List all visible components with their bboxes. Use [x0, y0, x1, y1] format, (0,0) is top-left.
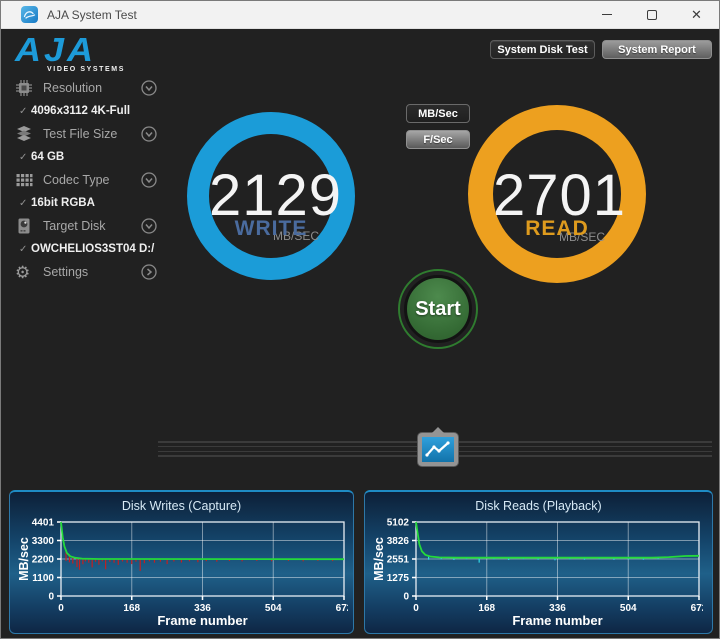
- svg-text:Frame number: Frame number: [157, 613, 247, 628]
- main-content: AJA VIDEO SYSTEMS System Disk Test Syste…: [1, 29, 719, 638]
- disk-reads-chart-panel: Disk Reads (Playback) 0 1275 2551 3826 5102 0…: [364, 490, 713, 634]
- svg-text:168: 168: [123, 603, 140, 614]
- svg-text:3300: 3300: [32, 536, 55, 547]
- chevron-down-icon[interactable]: [141, 80, 157, 96]
- test-file-size-value: ✓ 64 GB: [19, 151, 65, 163]
- svg-text:672: 672: [691, 603, 703, 614]
- caret-up-icon: [432, 427, 444, 433]
- resolution-value: ✓ 4096x3112 4K-Full: [19, 105, 131, 117]
- chevron-right-icon[interactable]: [141, 264, 157, 280]
- svg-text:4401: 4401: [32, 518, 55, 529]
- write-gauge-label: WRITE: [234, 217, 308, 240]
- chevron-down-icon[interactable]: [141, 218, 157, 234]
- svg-text:1275: 1275: [387, 573, 410, 584]
- read-gauge: 2701 MB/SEC READ: [468, 105, 646, 283]
- target-disk-value: ✓ OWCHELIOS3ST04 D:/: [19, 243, 155, 255]
- sidebar-item-label: Resolution: [43, 81, 103, 95]
- app-icon: [21, 6, 38, 23]
- aja-logo: AJA VIDEO SYSTEMS: [15, 32, 125, 73]
- svg-text:MB/sec: MB/sec: [17, 537, 31, 581]
- read-gauge-label: READ: [525, 217, 589, 240]
- svg-text:1100: 1100: [32, 573, 54, 584]
- sidebar-item-label: Test File Size: [43, 127, 118, 141]
- sidebar-item-resolution[interactable]: Resolution: [15, 77, 157, 99]
- check-icon: ✓: [19, 197, 28, 209]
- svg-text:504: 504: [265, 603, 282, 614]
- minimize-button[interactable]: [584, 1, 629, 28]
- svg-text:5102: 5102: [387, 518, 410, 529]
- close-icon: ✕: [691, 7, 702, 22]
- svg-text:0: 0: [403, 592, 409, 603]
- layers-icon: [15, 125, 35, 143]
- disk-reads-chart: 012752551382651020168336504672MB/secFram…: [372, 518, 703, 629]
- start-button-label: Start: [415, 297, 461, 320]
- disk-writes-chart: 011002200330044010168336504672MB/secFram…: [17, 518, 348, 629]
- write-gauge: 2129 MB/SEC WRITE: [187, 112, 355, 280]
- gear-icon: ⚙: [15, 262, 31, 282]
- chart-title: Disk Writes (Capture): [121, 499, 242, 513]
- svg-text:2200: 2200: [32, 555, 55, 566]
- svg-text:0: 0: [58, 603, 64, 614]
- disk-writes-chart-panel: Disk Writes (Capture) 0 1100 2200 3300 4401 0…: [9, 490, 354, 634]
- svg-text:3826: 3826: [387, 536, 410, 547]
- svg-text:Frame number: Frame number: [512, 613, 602, 628]
- sidebar-item-label: Target Disk: [43, 219, 106, 233]
- window-title: AJA System Test: [47, 7, 137, 22]
- chart-title: Disk Reads (Playback): [475, 499, 602, 513]
- mb-sec-button[interactable]: MB/Sec: [406, 104, 470, 123]
- check-icon: ✓: [19, 151, 28, 163]
- svg-text:168: 168: [478, 603, 495, 614]
- codec-type-value: ✓ 16bit RGBA: [19, 197, 95, 209]
- chip-icon: [15, 79, 35, 97]
- chevron-down-icon[interactable]: [141, 172, 157, 188]
- hdd-icon: [15, 217, 35, 235]
- sidebar-item-target-disk[interactable]: Target Disk: [15, 215, 157, 237]
- svg-text:MB/sec: MB/sec: [372, 537, 386, 581]
- svg-text:2551: 2551: [387, 555, 410, 566]
- svg-text:0: 0: [48, 592, 54, 603]
- minimize-icon: [601, 14, 612, 15]
- f-sec-button[interactable]: F/Sec: [406, 130, 470, 149]
- system-disk-test-button[interactable]: System Disk Test: [490, 40, 595, 59]
- maximize-button[interactable]: [629, 1, 674, 28]
- svg-text:672: 672: [336, 603, 348, 614]
- titlebar: AJA System Test ✕: [1, 1, 719, 29]
- check-icon: ✓: [19, 105, 28, 117]
- maximize-icon: [646, 9, 657, 20]
- check-icon: ✓: [19, 243, 28, 255]
- sidebar-item-codec-type[interactable]: Codec Type: [15, 169, 157, 191]
- system-report-button[interactable]: System Report: [602, 40, 712, 59]
- chevron-down-icon[interactable]: [141, 126, 157, 142]
- svg-text:504: 504: [620, 603, 637, 614]
- grid-icon: [15, 171, 35, 189]
- start-button[interactable]: Start: [398, 269, 478, 349]
- chart-toggle-button[interactable]: [418, 427, 458, 466]
- chart-toggle-icon: [422, 437, 454, 462]
- sidebar-item-test-file-size[interactable]: Test File Size: [15, 123, 157, 145]
- app-window: AJA System Test ✕ AJA VIDEO SYSTEMS Syst…: [0, 0, 720, 639]
- sidebar-item-label: Codec Type: [43, 173, 110, 187]
- close-button[interactable]: ✕: [674, 1, 719, 28]
- sidebar-item-settings[interactable]: ⚙ Settings: [15, 261, 157, 283]
- svg-text:0: 0: [413, 603, 419, 614]
- aja-logo-text: AJA: [15, 30, 97, 69]
- sidebar-item-label: Settings: [43, 265, 89, 279]
- sidebar: Resolution ✓ 4096x3112 4K-Full Test File…: [15, 77, 157, 283]
